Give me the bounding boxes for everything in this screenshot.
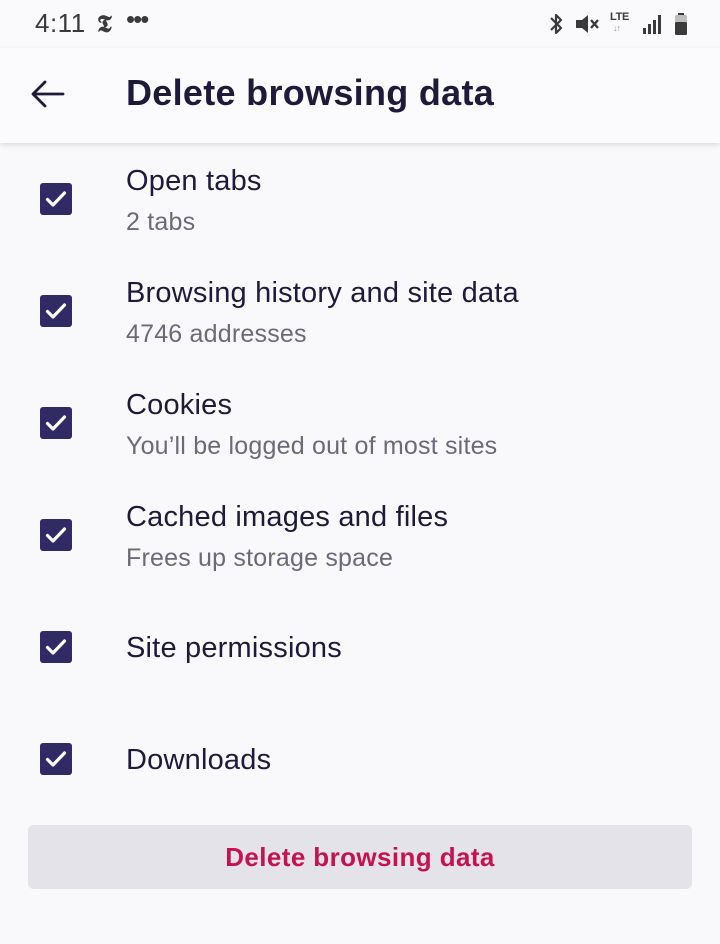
checkbox-browsing-history[interactable] <box>40 295 72 327</box>
bluetooth-icon <box>548 12 564 36</box>
checkbox-downloads[interactable] <box>40 743 72 775</box>
battery-icon <box>674 12 688 36</box>
option-title: Downloads <box>126 744 272 776</box>
check-icon <box>45 639 67 655</box>
signal-icon <box>642 13 664 35</box>
checkbox-cookies[interactable] <box>40 407 72 439</box>
option-downloads[interactable]: Downloads <box>0 703 720 815</box>
option-open-tabs[interactable]: Open tabs 2 tabs <box>0 143 720 255</box>
option-title: Cookies <box>126 389 233 421</box>
option-subtitle: You’ll be logged out of most sites <box>126 432 498 460</box>
check-icon <box>45 303 67 319</box>
back-button[interactable] <box>22 70 74 122</box>
option-title: Open tabs <box>126 165 262 197</box>
check-icon <box>45 191 67 207</box>
option-subtitle: Frees up storage space <box>126 544 394 572</box>
checkbox-open-tabs[interactable] <box>40 183 72 215</box>
lte-label: LTE <box>610 11 630 23</box>
option-title: Browsing history and site data <box>126 277 519 309</box>
option-title: Cached images and files <box>126 501 449 533</box>
check-icon <box>45 415 67 431</box>
page-title: Delete browsing data <box>126 72 495 113</box>
status-time: 4:11 <box>35 8 86 38</box>
delete-browsing-data-button[interactable]: Delete browsing data <box>28 825 692 889</box>
option-title: Site permissions <box>126 632 342 664</box>
option-subtitle: 2 tabs <box>126 208 196 236</box>
arrow-left-icon <box>30 79 66 114</box>
lte-icon: LTE ↓↑ <box>610 11 632 37</box>
option-browsing-history[interactable]: Browsing history and site data 4746 addr… <box>0 255 720 367</box>
option-cookies[interactable]: Cookies You’ll be logged out of most sit… <box>0 367 720 479</box>
check-icon <box>45 751 67 767</box>
checkbox-site-permissions[interactable] <box>40 631 72 663</box>
status-bar: 4:11 𝕿 ••• LTE ↓↑ <box>0 0 720 48</box>
app-bar: Delete browsing data <box>0 48 720 143</box>
option-cached-images[interactable]: Cached images and files Frees up storage… <box>0 479 720 591</box>
option-subtitle: 4746 addresses <box>126 320 307 348</box>
vibrate-mute-icon <box>574 12 600 36</box>
checkbox-cached-images[interactable] <box>40 519 72 551</box>
nyt-notification-icon: 𝕿 <box>97 9 112 38</box>
data-activity-icon: ↓↑ <box>613 23 621 33</box>
more-notifications-icon: ••• <box>126 4 149 34</box>
check-icon <box>45 527 67 543</box>
option-site-permissions[interactable]: Site permissions <box>0 591 720 703</box>
status-icons: LTE ↓↑ <box>548 10 688 38</box>
